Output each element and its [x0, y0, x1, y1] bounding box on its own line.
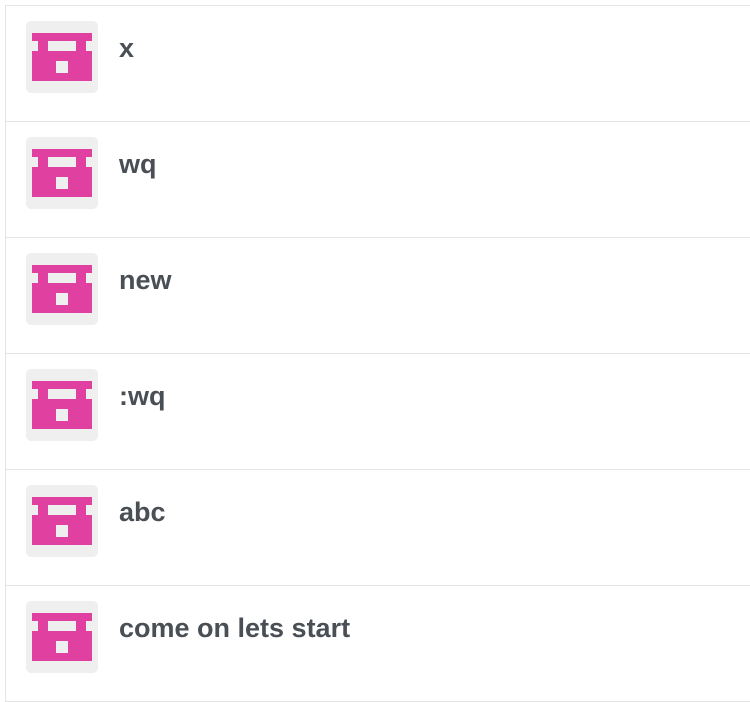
item-title[interactable]: come on lets start — [119, 612, 350, 644]
identicon-avatar — [26, 601, 98, 673]
item-title[interactable]: :wq — [119, 380, 166, 412]
item-title[interactable]: abc — [119, 496, 166, 528]
identicon-avatar — [26, 21, 98, 93]
identicon-avatar — [26, 253, 98, 325]
identicon-icon — [32, 33, 92, 81]
list-item[interactable]: new — [6, 238, 750, 354]
item-title[interactable]: new — [119, 264, 172, 296]
identicon-icon — [32, 149, 92, 197]
list-item[interactable]: x — [6, 6, 750, 122]
identicon-icon — [32, 381, 92, 429]
identicon-avatar — [26, 369, 98, 441]
identicon-avatar — [26, 137, 98, 209]
identicon-icon — [32, 497, 92, 545]
identicon-avatar — [26, 485, 98, 557]
item-title[interactable]: wq — [119, 148, 157, 180]
list-item[interactable]: abc — [6, 470, 750, 586]
identicon-icon — [32, 613, 92, 661]
identicon-icon — [32, 265, 92, 313]
list-item[interactable]: :wq — [6, 354, 750, 470]
item-list: x wq new:wq abc come on lets start — [5, 5, 750, 702]
list-item[interactable]: come on lets start — [6, 586, 750, 702]
list-item[interactable]: wq — [6, 122, 750, 238]
item-title[interactable]: x — [119, 32, 134, 64]
